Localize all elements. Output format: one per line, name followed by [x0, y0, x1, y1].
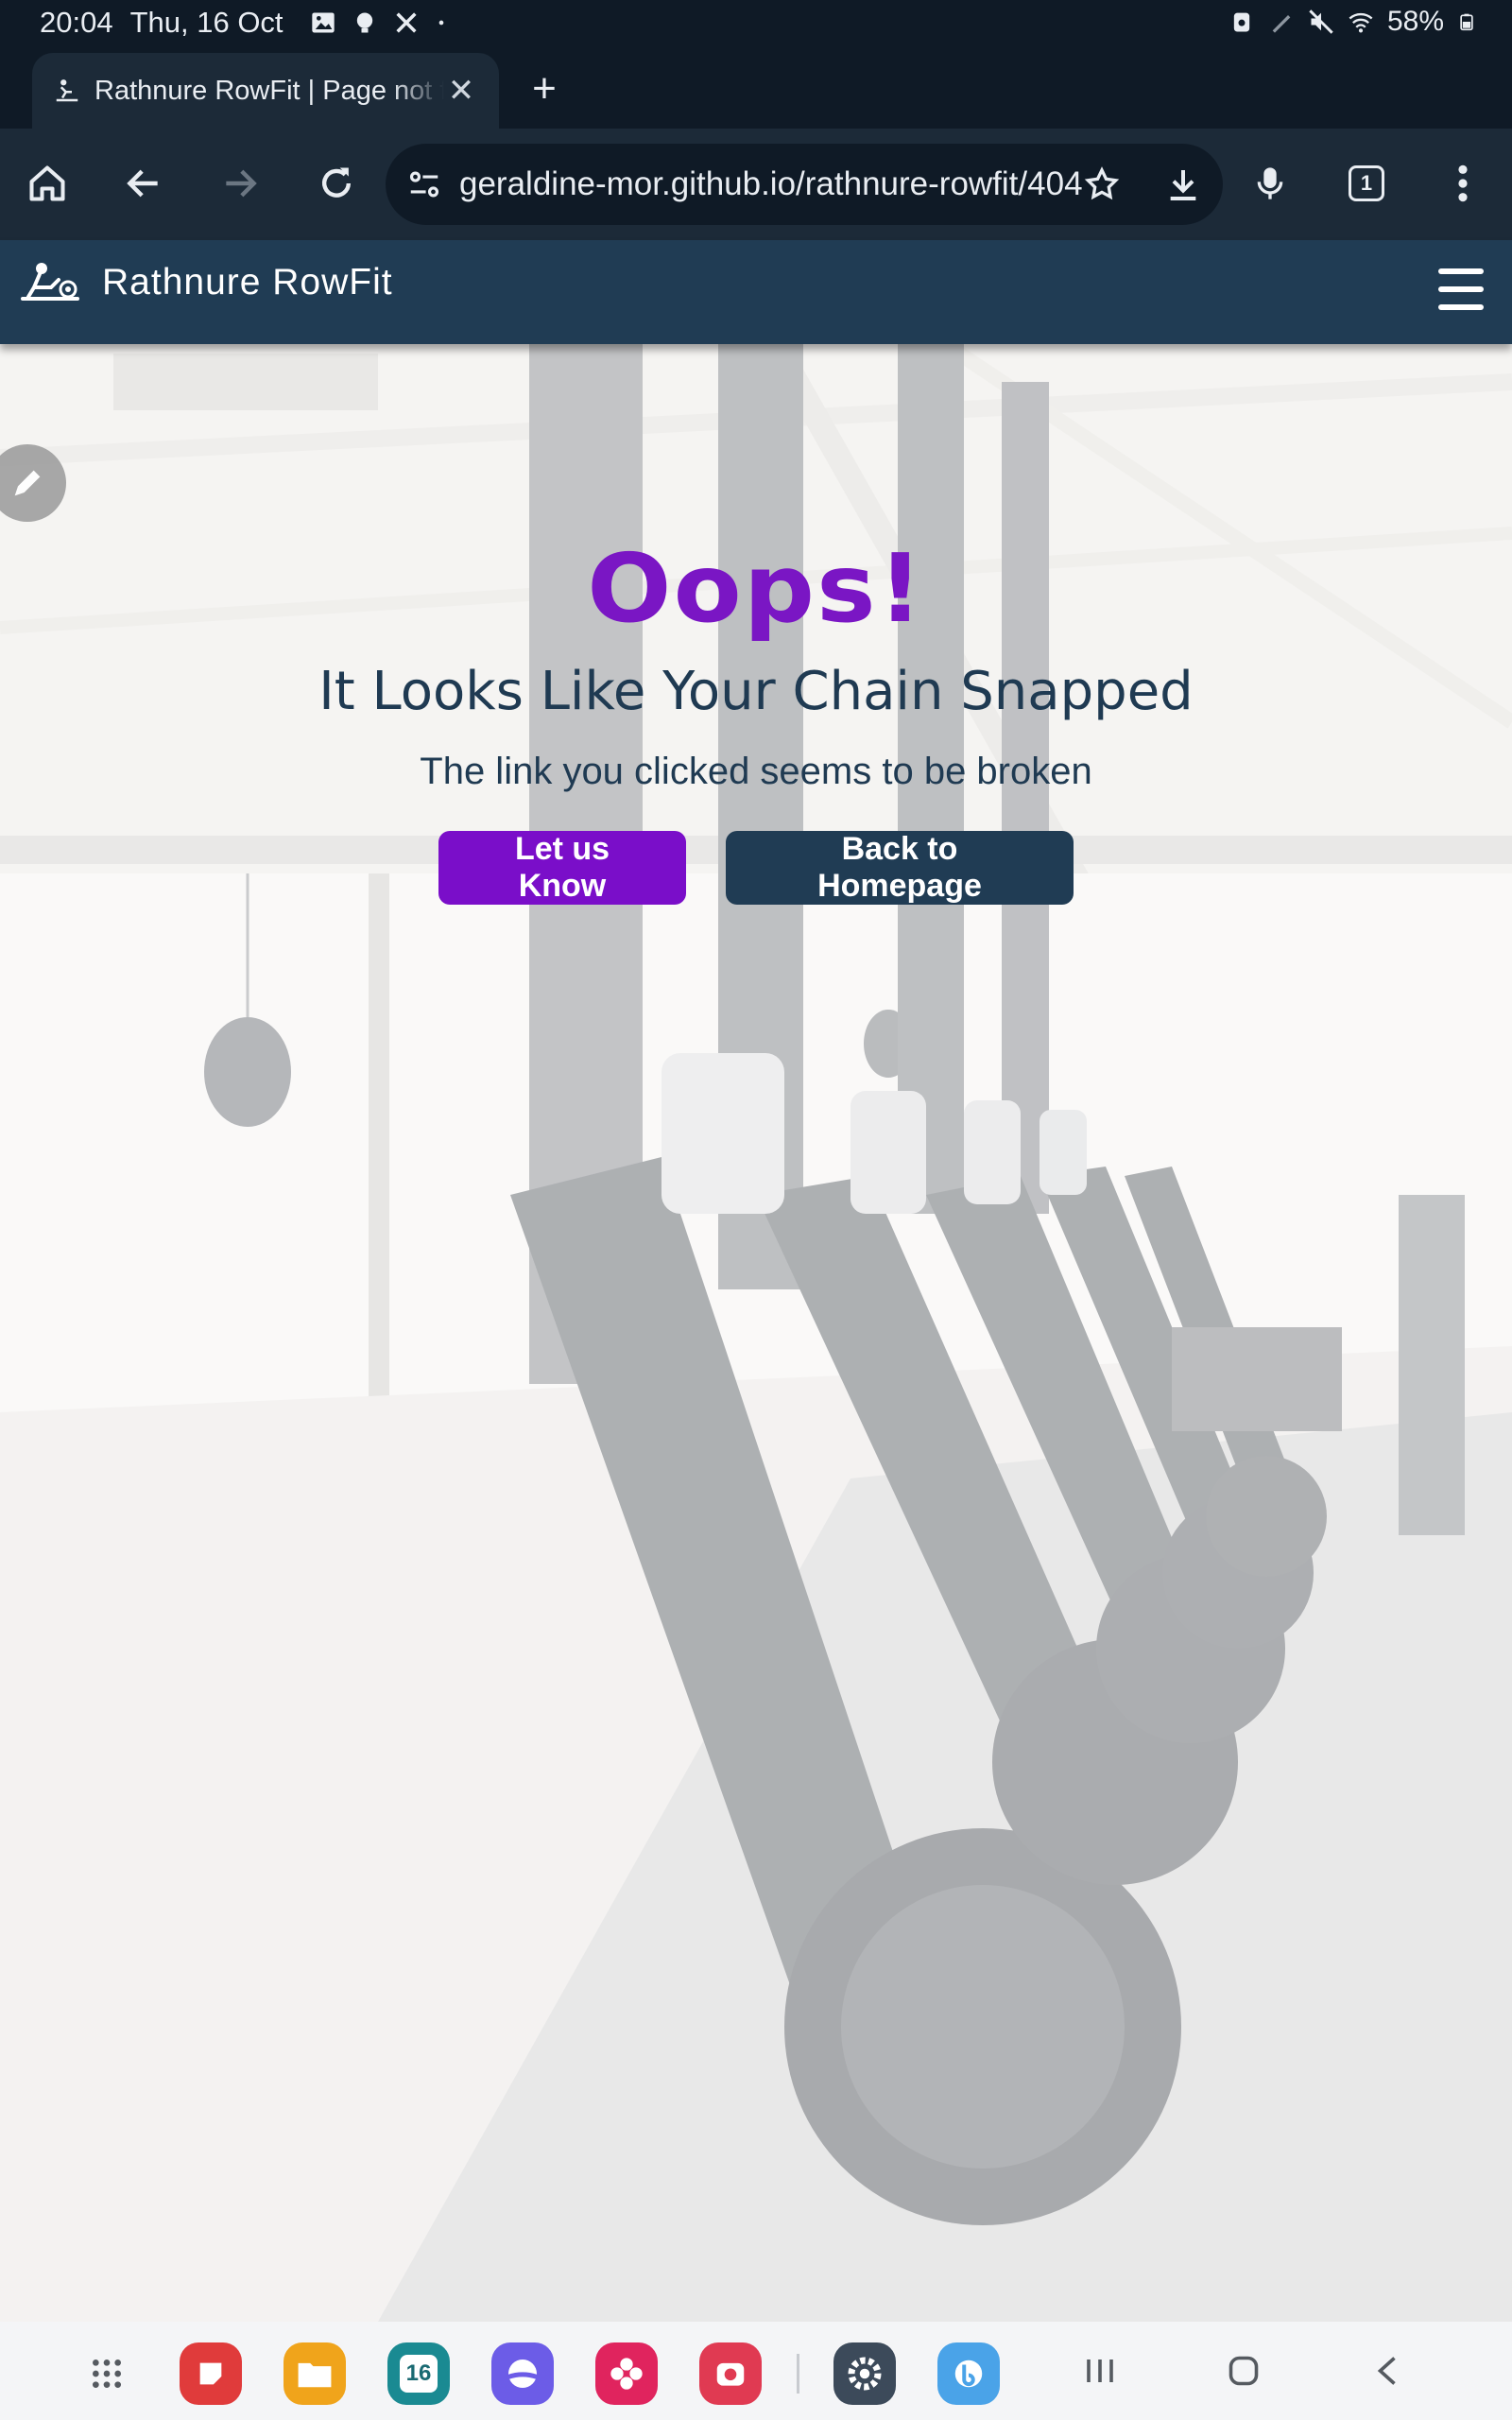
forward-arrow-icon[interactable]: [212, 155, 268, 212]
camera-app-icon[interactable]: [699, 2342, 762, 2405]
browser-tab[interactable]: Rathnure RowFit | Page not found ✕: [32, 53, 499, 129]
download-icon[interactable]: [1164, 165, 1202, 203]
reload-icon[interactable]: [308, 155, 365, 212]
gallery-app-icon[interactable]: [595, 2342, 658, 2405]
notes-app-icon[interactable]: [180, 2342, 242, 2405]
android-taskbar: 16: [0, 2322, 1512, 2420]
recents-key[interactable]: [1072, 2342, 1128, 2399]
bixby-app-icon[interactable]: [937, 2342, 1000, 2405]
brand-link[interactable]: Rathnure RowFit: [19, 261, 393, 304]
error-description: The link you clicked seems to be broken: [420, 751, 1092, 792]
tab-switcher-button[interactable]: 1: [1338, 155, 1395, 212]
pen-icon: [1272, 15, 1291, 33]
hamburger-menu-icon[interactable]: [1438, 268, 1484, 310]
back-to-homepage-button[interactable]: Back to Homepage: [726, 831, 1074, 905]
bookmark-star-icon[interactable]: [1083, 165, 1121, 203]
address-bar[interactable]: geraldine-mor.github.io/rathnure-rowfit/…: [386, 144, 1223, 225]
tab-title: Rathnure RowFit | Page not found: [94, 75, 444, 106]
calendar-app-icon[interactable]: 16: [387, 2342, 450, 2405]
clock: 20:04: [40, 6, 113, 39]
tab-count: 1: [1349, 165, 1384, 201]
files-app-icon[interactable]: [284, 2342, 346, 2405]
browser-toolbar: geraldine-mor.github.io/rathnure-rowfit/…: [0, 129, 1512, 240]
back-key[interactable]: [1359, 2342, 1416, 2399]
rowing-machine-icon: [21, 263, 79, 301]
brand-name: Rathnure RowFit: [102, 262, 393, 302]
date: Thu, 16 Oct: [129, 6, 284, 39]
microphone-icon[interactable]: [1242, 155, 1298, 212]
more-menu-icon[interactable]: [1435, 155, 1491, 212]
tools-icon: [395, 12, 417, 33]
settings-app-icon[interactable]: [833, 2342, 896, 2405]
site-settings-icon[interactable]: [406, 166, 442, 202]
image-icon: [311, 12, 335, 33]
dot-icon: [438, 20, 443, 26]
hero-section: Oops! It Looks Like Your Chain Snapped T…: [0, 344, 1512, 2322]
error-content: Oops! It Looks Like Your Chain Snapped T…: [0, 533, 1512, 905]
internet-app-icon[interactable]: [491, 2342, 554, 2405]
dock-divider: [797, 2354, 799, 2394]
action-buttons: Let us Know Back to Homepage: [0, 831, 1512, 905]
battery-percent: 58%: [1386, 6, 1444, 37]
wifi-icon: [1349, 12, 1373, 33]
error-heading: Oops!: [587, 533, 925, 644]
rower-favicon-icon: [56, 79, 78, 102]
mute-icon: [1309, 9, 1333, 34]
back-arrow-icon[interactable]: [115, 155, 172, 212]
site-navbar: Rathnure RowFit: [0, 240, 1512, 344]
let-us-know-button[interactable]: Let us Know: [438, 831, 686, 905]
new-tab-icon[interactable]: +: [525, 64, 563, 113]
tab-strip: Rathnure RowFit | Page not found ✕ +: [0, 49, 1512, 129]
close-tab-icon[interactable]: ✕: [444, 72, 478, 110]
calendar-day: 16: [400, 2355, 438, 2393]
home-icon[interactable]: [19, 155, 76, 212]
status-bar: 20:04 Thu, 16 Oct 58%: [0, 0, 1512, 49]
home-key[interactable]: [1215, 2342, 1272, 2399]
battery-icon: [1460, 13, 1473, 31]
apps-grid-icon[interactable]: [76, 2342, 138, 2405]
error-subheading: It Looks Like Your Chain Snapped: [318, 661, 1194, 722]
bulb-icon: [356, 12, 372, 33]
android-icon: [1233, 12, 1250, 32]
url-text[interactable]: geraldine-mor.github.io/rathnure-rowfit/…: [459, 165, 1083, 203]
